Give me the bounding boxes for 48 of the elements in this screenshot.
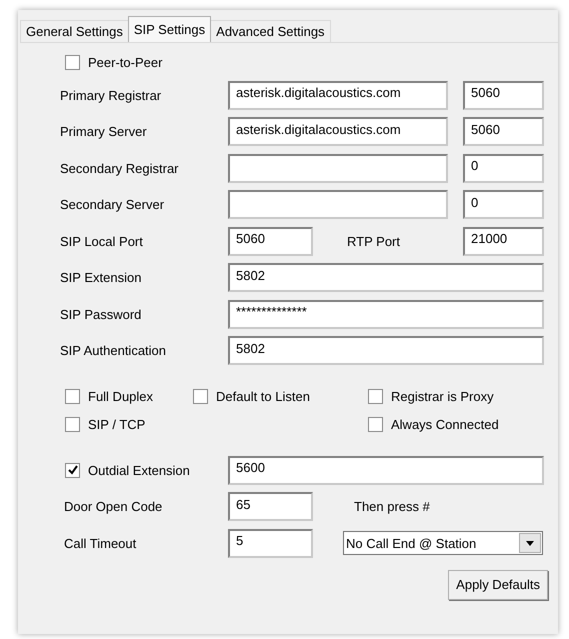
checkbox[interactable] [193,389,208,404]
checkbox-label: Full Duplex [88,389,154,404]
checkbox-label: Registrar is Proxy [391,389,494,404]
field-label: Primary Server [60,124,148,140]
port-field[interactable]: 5060 [463,117,544,146]
field-label: Secondary Server [60,197,166,212]
field-label: Door Open Code [63,499,164,514]
port-field[interactable]: 0 [463,154,544,183]
port-field[interactable]: 5060 [228,226,313,256]
host-field[interactable]: asterisk.digitalacoustics.com [228,80,448,110]
port-field[interactable]: 5060 [463,80,544,110]
input-field[interactable]: 5600 [228,456,544,485]
checkbox-label: Default to Listen [216,389,310,404]
field-label: Call Timeout [63,536,138,551]
checkbox[interactable] [65,54,80,70]
field-label: SIP Password [60,306,142,322]
port-field[interactable]: 21000 [463,226,544,256]
dropdown[interactable]: No Call End @ Station [343,531,543,556]
field-label: SIP Authentication [60,343,168,358]
checkbox[interactable] [368,389,383,404]
input-field[interactable]: 5802 [228,263,544,292]
input-field[interactable]: ************** [228,300,544,329]
input-field[interactable]: 5802 [228,336,544,366]
checkbox[interactable] [368,417,383,432]
hint-text: Then press # [353,499,430,514]
checkbox-label: Outdial Extension [88,462,190,478]
checkbox[interactable] [65,417,80,432]
checkbox-label: SIP / TCP [88,417,146,432]
checkbox-label: Peer-to-Peer [88,54,162,70]
tab[interactable]: General Settings [20,20,129,42]
field-label: Secondary Registrar [60,160,180,176]
host-field[interactable] [228,154,448,183]
apply-defaults-button[interactable]: Apply Defaults [448,570,548,600]
input-field[interactable]: 65 [228,492,313,522]
host-field[interactable]: asterisk.digitalacoustics.com [228,117,448,146]
field-label: Primary Registrar [60,88,162,103]
port-field[interactable]: 0 [463,190,544,220]
host-field[interactable] [228,190,448,220]
tab[interactable]: Advanced Settings [210,20,331,42]
field-label: SIP Extension [60,270,142,286]
field-label: SIP Local Port [60,234,144,249]
checkbox[interactable] [65,462,80,478]
input-field[interactable]: 5 [228,528,313,558]
dropdown-arrow-icon [526,540,534,546]
checkbox-label: Always Connected [391,417,499,432]
field-label: RTP Port [346,234,401,249]
checkbox[interactable] [65,389,80,404]
tab[interactable]: SIP Settings [128,16,212,42]
